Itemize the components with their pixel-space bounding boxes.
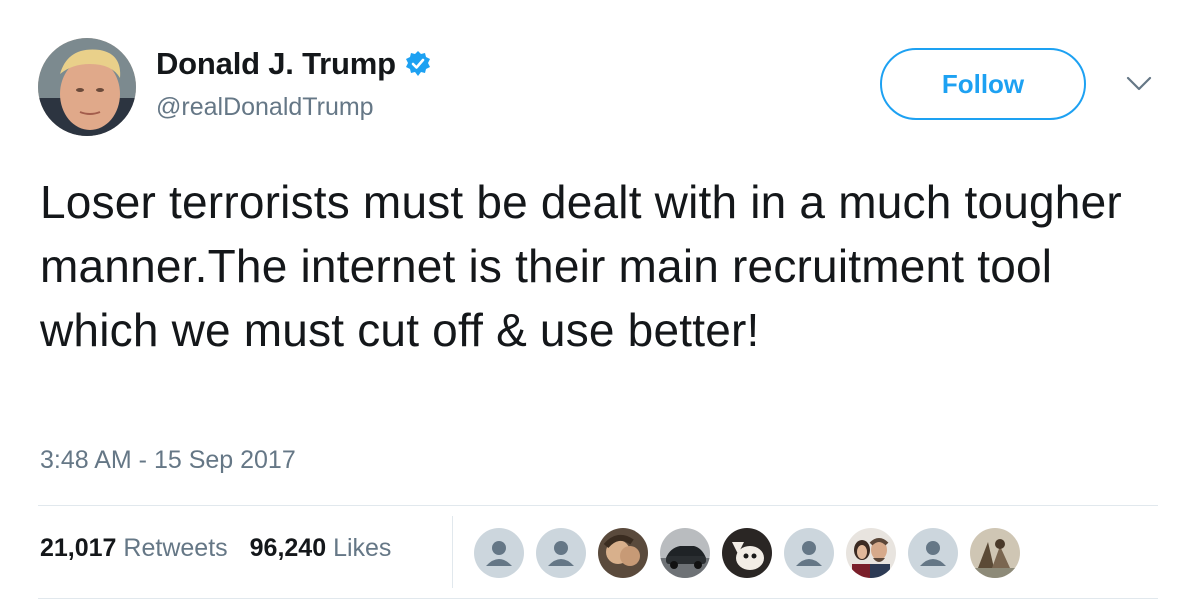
tweet-card: Donald J. Trump @realDonaldTrump Follow … — [0, 0, 1200, 614]
liker-avatar[interactable] — [722, 528, 772, 578]
liker-avatar[interactable] — [784, 528, 834, 578]
liker-avatar[interactable] — [660, 528, 710, 578]
retweets-label: Retweets — [123, 534, 228, 562]
retweets-stat[interactable]: 21,017 Retweets — [40, 534, 228, 563]
author-name[interactable]: Donald J. Trump — [156, 46, 432, 82]
liker-avatar[interactable] — [846, 528, 896, 578]
likes-count: 96,240 — [249, 534, 327, 562]
likes-label: Likes — [333, 534, 392, 562]
liker-avatars — [474, 528, 1020, 578]
follow-button[interactable]: Follow — [880, 48, 1086, 120]
stats-separator — [452, 516, 453, 588]
profile-avatar[interactable] — [38, 38, 136, 136]
tweet-text: Loser terrorists must be dealt with in a… — [40, 176, 1122, 356]
chevron-down-icon[interactable] — [1124, 74, 1154, 94]
divider — [38, 598, 1158, 599]
likes-stat[interactable]: 96,240 Likes — [250, 534, 392, 563]
retweets-count: 21,017 — [40, 534, 117, 562]
liker-avatar[interactable] — [474, 528, 524, 578]
verified-badge-icon — [404, 50, 432, 78]
liker-avatar[interactable] — [598, 528, 648, 578]
liker-avatar[interactable] — [970, 528, 1020, 578]
tweet-timestamp[interactable]: 3:48 AM - 15 Sep 2017 — [40, 446, 296, 475]
author-name-text: Donald J. Trump — [156, 46, 396, 81]
liker-avatar[interactable] — [908, 528, 958, 578]
author-handle[interactable]: @realDonaldTrump — [156, 93, 374, 122]
divider — [38, 505, 1158, 506]
tweet-stats: 21,017 Retweets 96,240 Likes — [40, 534, 391, 563]
liker-avatar[interactable] — [536, 528, 586, 578]
